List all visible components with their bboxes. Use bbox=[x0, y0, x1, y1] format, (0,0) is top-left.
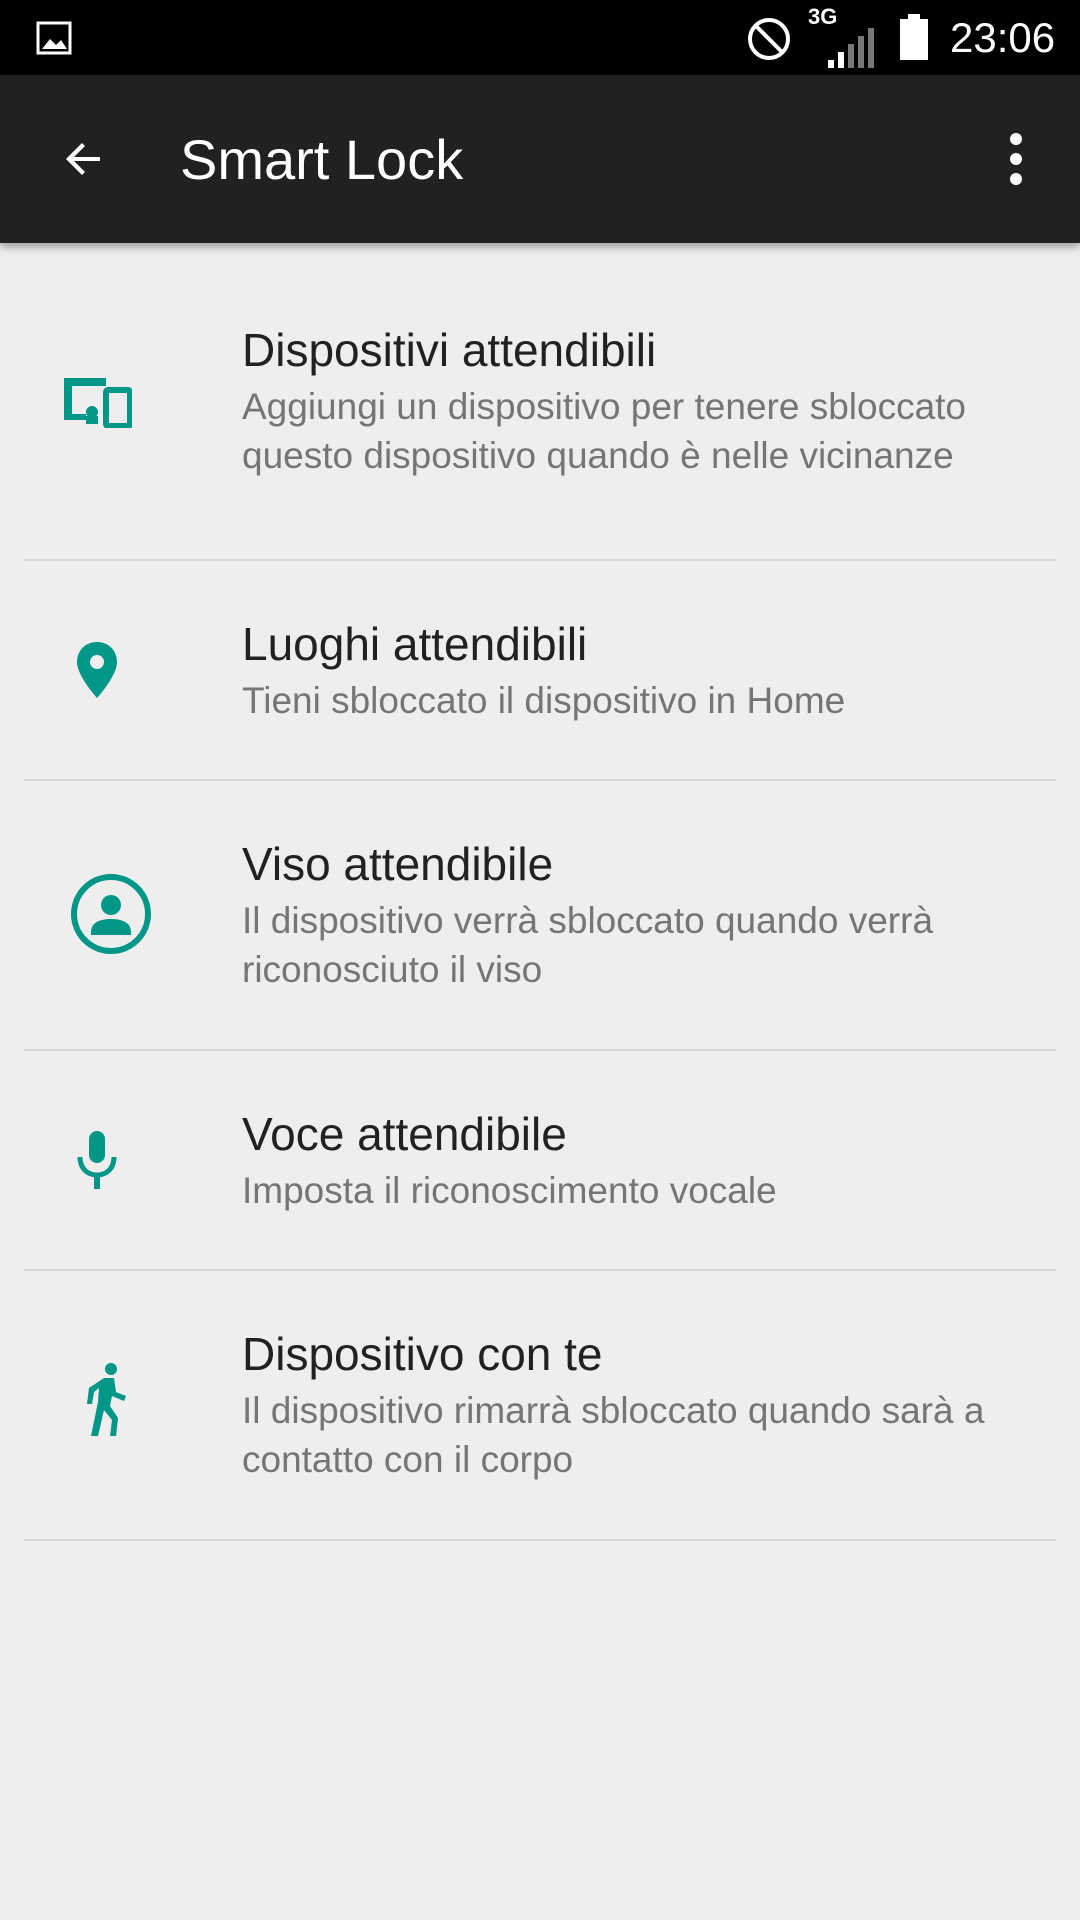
status-clock: 23:06 bbox=[950, 14, 1056, 61]
more-vert-icon bbox=[1010, 133, 1022, 185]
item-title: Dispositivi attendibili bbox=[242, 324, 657, 376]
item-title: Luoghi attendibili bbox=[242, 617, 588, 670]
page-title: Smart Lock bbox=[180, 128, 464, 191]
face-icon bbox=[66, 869, 156, 959]
signal-strength-icon bbox=[828, 28, 874, 68]
item-subtitle: Il dispositivo verrà sbloccato quando ve… bbox=[242, 900, 934, 990]
microphone-icon bbox=[52, 1115, 142, 1205]
smart-lock-options-list: Dispositivi attendibili Aggiungi un disp… bbox=[0, 243, 1080, 1541]
app-bar: Smart Lock bbox=[0, 75, 1080, 243]
gallery-notification-icon bbox=[36, 21, 72, 55]
devices-icon bbox=[52, 357, 142, 447]
item-subtitle: Aggiungi un dispositivo per tenere sbloc… bbox=[242, 386, 967, 476]
status-bar: 3G 23:06 bbox=[0, 0, 1080, 75]
item-subtitle: Imposta il riconoscimento vocale bbox=[242, 1169, 777, 1211]
location-pin-icon bbox=[52, 625, 142, 715]
list-item-trusted-devices[interactable]: Dispositivi attendibili Aggiungi un disp… bbox=[0, 243, 1080, 559]
list-item-trusted-places[interactable]: Luoghi attendibili Tieni sbloccato il di… bbox=[0, 561, 1080, 779]
network-type-label: 3G bbox=[808, 4, 838, 29]
list-item-trusted-face[interactable]: Viso attendibile Il dispositivo verrà sb… bbox=[0, 781, 1080, 1049]
list-item-trusted-voice[interactable]: Voce attendibile Imposta il riconoscimen… bbox=[0, 1051, 1080, 1269]
battery-icon bbox=[900, 14, 928, 60]
walking-person-icon bbox=[62, 1355, 152, 1445]
item-title: Viso attendibile bbox=[242, 838, 554, 890]
item-title: Voce attendibile bbox=[242, 1107, 567, 1160]
overflow-menu-button[interactable] bbox=[976, 119, 1056, 199]
do-not-disturb-icon bbox=[748, 18, 790, 60]
list-item-on-body-detection[interactable]: Dispositivo con te Il dispositivo rimarr… bbox=[0, 1271, 1080, 1539]
item-subtitle: Tieni sbloccato il dispositivo in Home bbox=[242, 679, 846, 721]
back-button[interactable] bbox=[44, 119, 124, 199]
divider bbox=[24, 1539, 1056, 1541]
item-title: Dispositivo con te bbox=[242, 1328, 603, 1380]
arrow-back-icon bbox=[66, 143, 100, 175]
item-subtitle: Il dispositivo rimarrà sbloccato quando … bbox=[242, 1390, 985, 1480]
